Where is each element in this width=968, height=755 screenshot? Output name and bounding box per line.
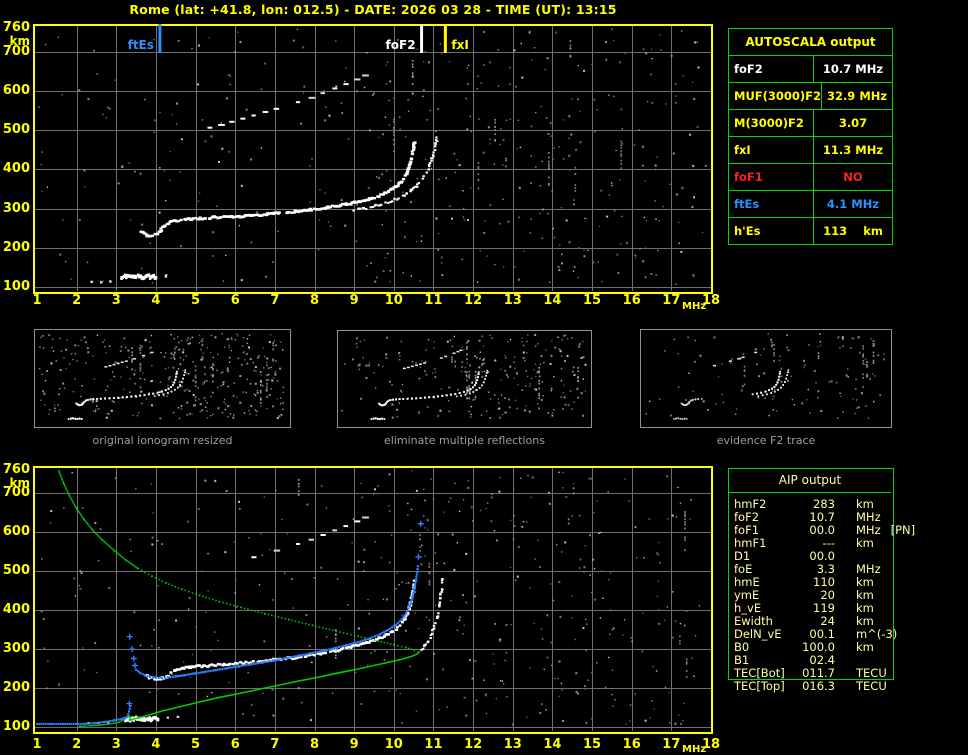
x-axis-tick-7: 7	[270, 293, 280, 308]
y-axis-tick-760: 760	[2, 462, 30, 477]
y-axis-tick-300: 300	[2, 641, 30, 657]
x-axis-unit-mhz: MHz	[682, 744, 707, 755]
y-axis-tick-400: 400	[2, 161, 30, 177]
x-axis-tick-12: 12	[464, 293, 483, 308]
y-axis-tick-100: 100	[2, 279, 30, 294]
x-axis-tick-5: 5	[191, 737, 201, 752]
y-axis-tick-600: 600	[2, 82, 30, 98]
x-axis-tick-3: 3	[111, 293, 121, 308]
y-axis-tick-300: 300	[2, 200, 30, 216]
autoscala-row-label: ftEs	[729, 191, 814, 217]
x-axis-tick-7: 7	[270, 737, 280, 752]
y-axis-unit-km: km	[9, 476, 30, 490]
x-axis-tick-6: 6	[230, 293, 240, 308]
y-axis-tick-600: 600	[2, 524, 30, 540]
autoscala-table-title: AUTOSCALA output	[729, 29, 892, 56]
autoscala-row-value: NO	[843, 170, 863, 184]
x-axis-tick-9: 9	[349, 293, 359, 308]
aip-header-divider	[729, 492, 891, 493]
aip-row-extra: [PN]	[890, 523, 916, 537]
autoscala-row-label: foF2	[729, 56, 814, 82]
autoscala-row-m3000f2: M(3000)F2 3.07	[729, 110, 892, 137]
x-axis-tick-2: 2	[72, 737, 82, 752]
x-axis-tick-8: 8	[309, 293, 320, 308]
x-axis-tick-15: 15	[583, 737, 602, 752]
autoscala-row-label: h'Es	[729, 218, 814, 244]
aip-row-unit: km	[856, 536, 874, 550]
x-axis-tick-11: 11	[424, 737, 443, 752]
autoscala-row-label: foF1	[729, 164, 814, 190]
bottom-ionogram-canvas	[33, 466, 713, 734]
y-axis-tick-500: 500	[2, 563, 30, 579]
autoscala-row-value: 3.07	[838, 116, 868, 130]
x-axis-tick-10: 10	[384, 737, 403, 752]
thumbnail-original-ionogram-canvas	[34, 329, 291, 428]
x-axis-tick-11: 11	[424, 293, 443, 308]
autoscala-row-label: MUF(3000)F2	[729, 83, 823, 109]
autoscala-row-value: 11.3 MHz	[822, 143, 884, 157]
thumbnail-evidence-f2-canvas	[640, 329, 892, 428]
y-axis-unit-km: km	[9, 34, 30, 48]
autoscala-output-table: AUTOSCALA output foF2 10.7 MHz MUF(3000)F2…	[728, 28, 893, 245]
aip-row-hme: hmE 110 km	[734, 576, 904, 589]
station-title: Rome (lat: +41.8, lon: 012.5) - DATE: 20…	[129, 2, 617, 17]
x-axis-tick-14: 14	[543, 293, 562, 308]
autoscala-row-value: 113 km	[823, 224, 883, 238]
y-axis-tick-500: 500	[2, 122, 30, 138]
x-axis-tick-8: 8	[309, 737, 320, 752]
y-axis-tick-200: 200	[2, 680, 30, 696]
y-axis-tick-760: 760	[2, 20, 30, 35]
autoscala-row-fof2: foF2 10.7 MHz	[729, 56, 892, 83]
autoscala-row-label: fxI	[729, 137, 814, 163]
thumbnail-caption-evidence: evidence F2 trace	[716, 434, 816, 447]
thumbnail-caption-eliminate: eliminate multiple reflections	[384, 434, 545, 447]
x-axis-tick-5: 5	[191, 293, 201, 308]
x-axis-unit-mhz: MHz	[682, 301, 707, 312]
marker-label-ftes: ftEs	[127, 38, 154, 52]
autoscala-row-value: 10.7 MHz	[822, 62, 884, 76]
autoscala-row-label: M(3000)F2	[729, 110, 814, 136]
y-axis-tick-200: 200	[2, 239, 30, 255]
x-axis-tick-4: 4	[151, 737, 161, 752]
aip-row-value: 016.3	[802, 679, 835, 693]
aip-table-title: AIP output	[778, 473, 842, 487]
aip-row-label: TEC[Top]	[734, 679, 785, 693]
x-axis-tick-9: 9	[349, 737, 359, 752]
y-axis-tick-400: 400	[2, 602, 30, 618]
aip-row-unit: TECU	[856, 679, 887, 693]
autoscala-row-value: 4.1 MHz	[826, 197, 880, 211]
x-axis-tick-1: 1	[32, 293, 42, 308]
autoscala-row-value: 32.9 MHz	[826, 89, 888, 103]
autoscala-row-fof1: foF1 NO	[729, 164, 892, 191]
x-axis-tick-1: 1	[32, 737, 42, 752]
thumbnail-eliminate-reflections-canvas	[337, 330, 592, 428]
x-axis-tick-14: 14	[543, 737, 562, 752]
x-axis-tick-13: 13	[503, 737, 522, 752]
autoscala-row-muf3000f2: MUF(3000)F2 32.9 MHz	[729, 83, 892, 110]
x-axis-tick-16: 16	[622, 293, 641, 308]
marker-label-fxi: fxI	[451, 38, 469, 52]
x-axis-tick-4: 4	[151, 293, 161, 308]
x-axis-tick-12: 12	[464, 737, 483, 752]
aip-row-unit: km	[856, 640, 874, 654]
y-axis-tick-100: 100	[2, 719, 30, 734]
aip-row-tectop: TEC[Top] 016.3 TECU	[734, 680, 904, 693]
x-axis-tick-10: 10	[384, 293, 403, 308]
x-axis-tick-17: 17	[662, 737, 681, 752]
autoscala-row-ftes: ftEs 4.1 MHz	[729, 191, 892, 218]
thumbnail-caption-original: original ionogram resized	[92, 434, 233, 447]
top-ionogram-canvas	[33, 24, 713, 294]
autoscala-row-fxi: fxI 11.3 MHz	[729, 137, 892, 164]
x-axis-tick-2: 2	[72, 293, 82, 308]
x-axis-tick-16: 16	[622, 737, 641, 752]
x-axis-tick-6: 6	[230, 737, 240, 752]
x-axis-tick-15: 15	[583, 293, 602, 308]
marker-label-fof2: foF2	[385, 38, 416, 52]
x-axis-tick-3: 3	[111, 737, 121, 752]
aip-table-rows: hmF2 283 km foF2 10.7 MHz foF1 00.0 MHz [PN] hmF1-…	[734, 498, 915, 693]
x-axis-tick-13: 13	[503, 293, 522, 308]
autoscala-row-hes: h'Es 113 km	[729, 218, 892, 244]
x-axis-tick-17: 17	[662, 293, 681, 308]
autoscala-screen: Rome (lat: +41.8, lon: 012.5) - DATE: 20…	[0, 0, 968, 755]
